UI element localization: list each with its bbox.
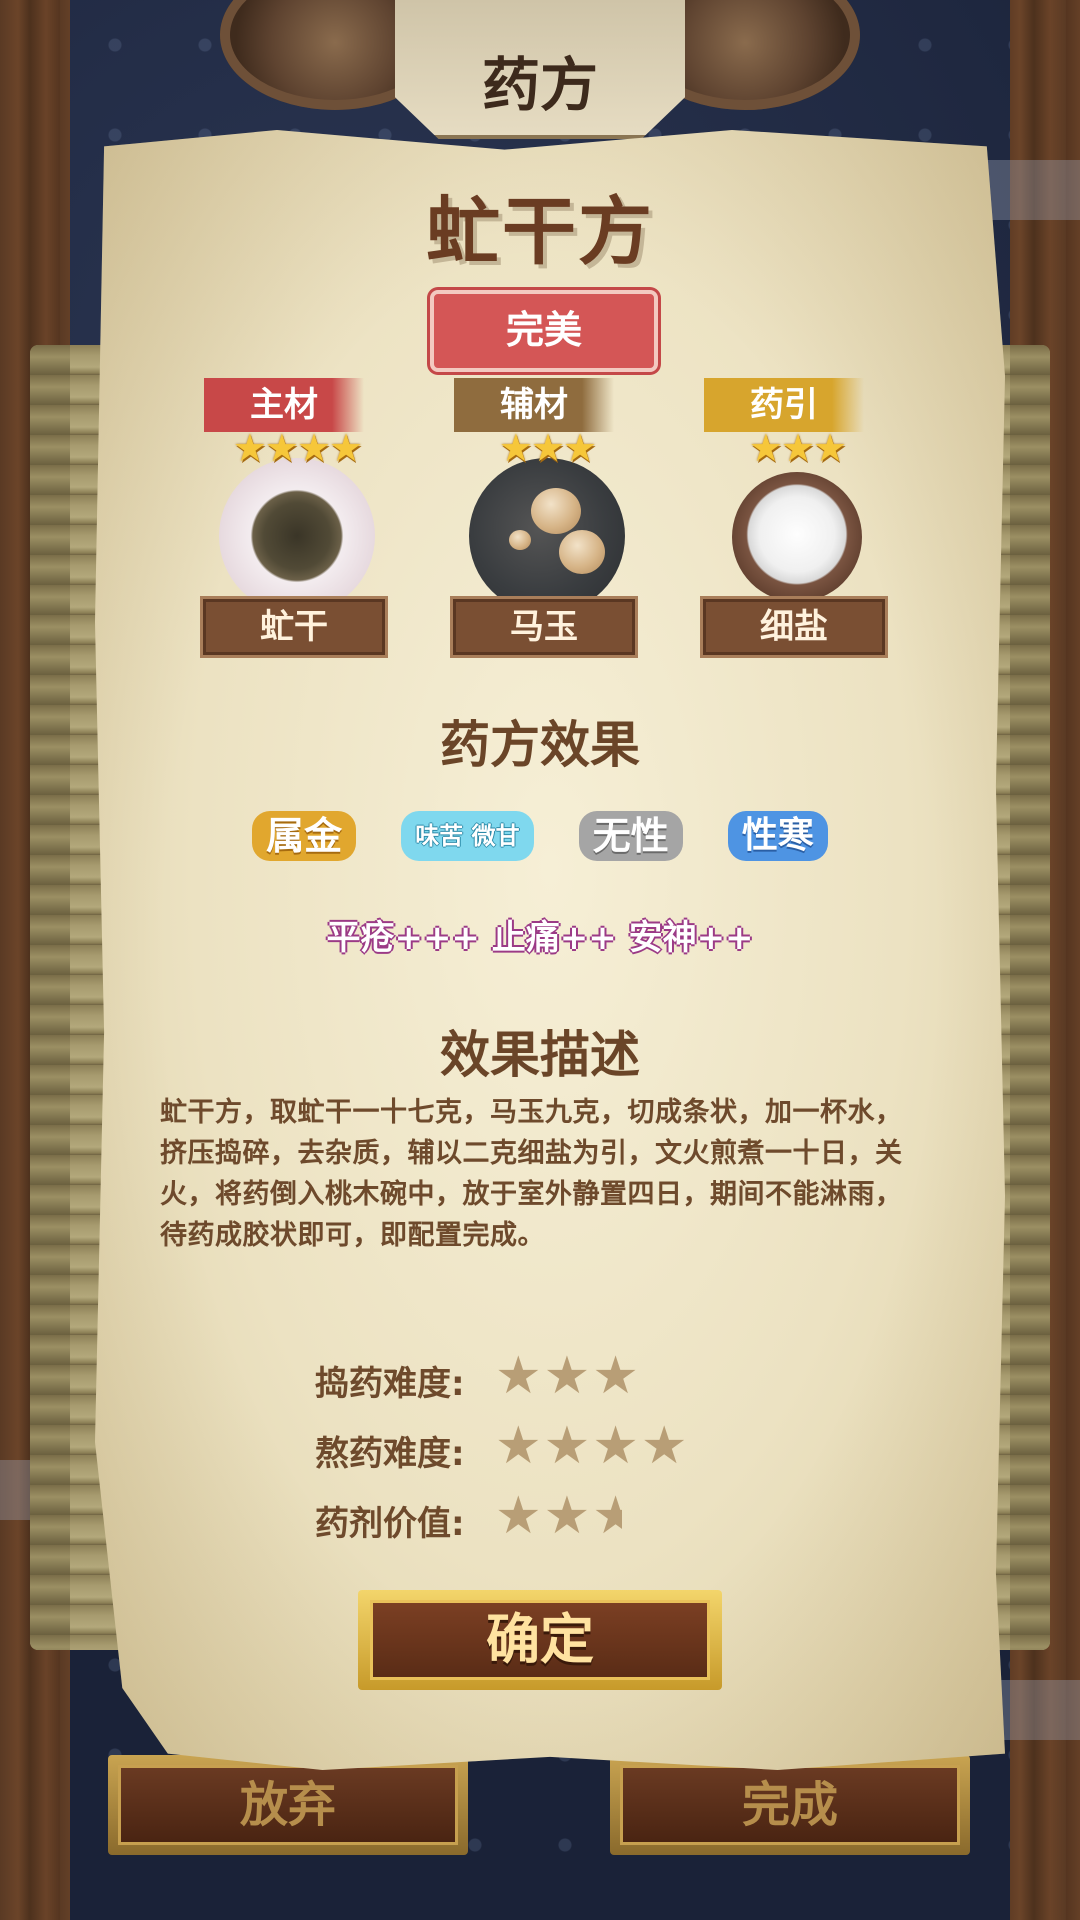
stone-shape	[509, 530, 531, 550]
salt-bowl-icon	[732, 472, 862, 602]
effect-list: 平疮+++ 止痛++ 安神++	[326, 918, 754, 958]
rating-stars: ★★★★	[495, 1416, 690, 1476]
bamboo-mat-edge	[1010, 345, 1050, 1650]
star-icon: ★	[495, 1346, 544, 1406]
complete-button-label: 完成	[620, 1765, 960, 1845]
stone-shape	[531, 488, 581, 534]
header-tab: 药方	[220, 0, 860, 150]
star-icon: ★	[592, 1416, 641, 1476]
ingredient-role-tag: 辅材	[454, 378, 614, 432]
star-icon: ★	[543, 1416, 593, 1476]
stone-shape	[559, 530, 605, 574]
confirm-button-label: 确定	[370, 1600, 710, 1680]
effect-section-title: 药方效果	[440, 716, 640, 774]
ingredient-stars: ★★★	[498, 426, 597, 470]
element-tag: 属金	[252, 811, 357, 861]
title-plate: 药方	[395, 0, 685, 139]
ingredient-role-tag: 药引	[704, 378, 864, 432]
ingredient-name: 细盐	[700, 596, 888, 658]
rating-label: 捣药难度:	[315, 1364, 465, 1404]
star-icon: ★	[640, 1416, 690, 1476]
nature-tag: 无性	[578, 811, 683, 861]
star-icon: ★	[543, 1486, 593, 1546]
star-icon: ★	[543, 1346, 593, 1406]
abandon-button-label: 放弃	[118, 1765, 458, 1845]
quality-badge: 完美	[430, 290, 658, 372]
temperature-tag: 性寒	[727, 811, 828, 861]
bamboo-mat-edge	[30, 345, 70, 1650]
recipe-name: 虻干方	[426, 189, 654, 275]
rating-label: 熬药难度:	[315, 1434, 465, 1474]
half-star-icon: ★	[592, 1486, 623, 1546]
property-tags: 属金 味苦 微甘 无性 性寒	[0, 811, 1080, 861]
ingredient-name: 虻干	[200, 596, 388, 658]
complete-button[interactable]: 完成	[610, 1755, 970, 1855]
description-section-title: 效果描述	[440, 1026, 640, 1084]
star-icon: ★	[495, 1416, 544, 1476]
rating-stars: ★★★	[495, 1346, 641, 1406]
ingredient-role-tag: 主材	[204, 378, 364, 432]
jade-stones-plate-icon	[469, 458, 625, 614]
page-title: 药方	[481, 51, 598, 119]
ingredient-main[interactable]: 主材 ★★★★ 虻干	[200, 378, 390, 658]
abandon-button[interactable]: 放弃	[108, 1755, 468, 1855]
taste-tag: 味苦 微甘	[401, 811, 534, 861]
rating-label: 药剂价值:	[315, 1504, 465, 1544]
ingredient-stars: ★★★★	[232, 426, 363, 470]
ingredient-aux[interactable]: 辅材 ★★★ 马玉	[450, 378, 640, 658]
ingredient-name: 马玉	[450, 596, 638, 658]
rating-stars: ★★★	[495, 1486, 622, 1546]
effect-description: 虻干方，取虻干一十七克，马玉九克，切成条状，加一杯水，挤压捣碎，去杂质，辅以二克…	[160, 1097, 903, 1251]
star-icon: ★	[592, 1346, 641, 1406]
star-icon: ★	[495, 1486, 544, 1546]
ingredient-guide[interactable]: 药引 ★★★ 细盐	[700, 378, 890, 658]
confirm-button[interactable]: 确定	[358, 1590, 722, 1690]
dried-insect-dish-icon	[219, 458, 375, 614]
ingredient-stars: ★★★	[748, 426, 847, 470]
